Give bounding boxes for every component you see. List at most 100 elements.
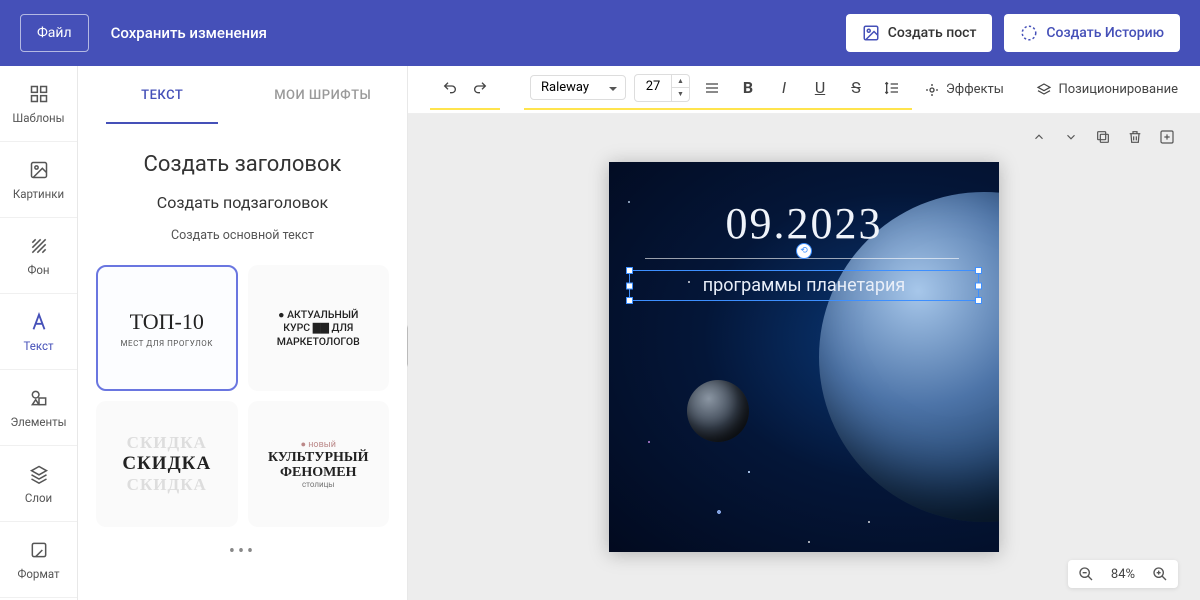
letter-icon xyxy=(28,311,50,333)
move-down-button[interactable] xyxy=(1060,126,1082,148)
sidebar-label: Элементы xyxy=(10,415,66,429)
text-template-card[interactable]: ● АКТУАЛЬНЫЙ КУРС ▇▇ ДЛЯ МАРКЕТОЛОГОВ xyxy=(248,265,390,391)
sidebar-label: Слои xyxy=(25,491,52,505)
add-button[interactable] xyxy=(1156,126,1178,148)
resize-handle[interactable] xyxy=(975,282,982,289)
artboard[interactable]: 09.2023 ⟲ программы планетария xyxy=(609,162,999,552)
sidebar: Шаблоны Картинки Фон Текст Элементы Слои… xyxy=(0,66,78,600)
canvas-wrap[interactable]: 09.2023 ⟲ программы планетария 84% xyxy=(408,114,1200,600)
sidebar-item-text[interactable]: Текст xyxy=(0,294,77,370)
sidebar-item-layers[interactable]: Слои xyxy=(0,446,77,522)
zoom-out-button[interactable] xyxy=(1078,566,1094,582)
texture-icon xyxy=(28,235,50,257)
card-title: КУЛЬТУРНЫЙ xyxy=(268,450,369,465)
topbar-right: Создать пост Создать Историю xyxy=(846,14,1180,52)
canvas-area: Raleway 27 ▲▼ B I U S Эффекты Позиционир… xyxy=(408,66,1200,600)
add-subheading[interactable]: Создать подзаголовок xyxy=(82,185,403,220)
main: Шаблоны Картинки Фон Текст Элементы Слои… xyxy=(0,66,1200,600)
underline-button[interactable]: U xyxy=(806,74,834,102)
panel-tabs: ТЕКСТ МОИ ШРИФТЫ xyxy=(82,66,403,124)
sidebar-item-elements[interactable]: Элементы xyxy=(0,370,77,446)
card-ghost: СКИДКА xyxy=(127,475,207,495)
font-value: Raleway xyxy=(541,80,589,95)
canvas-date-text[interactable]: 09.2023 xyxy=(609,198,999,249)
card-main: СКИДКА xyxy=(122,453,211,475)
image-icon xyxy=(862,24,880,42)
card-tag: ● новый xyxy=(301,439,336,450)
line-height-button[interactable] xyxy=(878,74,906,102)
add-body-text[interactable]: Создать основной текст xyxy=(82,220,403,251)
effects-label: Эффекты xyxy=(946,82,1004,97)
selected-text-element[interactable]: ⟲ программы планетария xyxy=(629,270,979,301)
card-line: КУРС ▇▇ ДЛЯ xyxy=(283,321,353,335)
resize-handle[interactable] xyxy=(626,267,633,274)
picture-icon xyxy=(28,159,50,181)
card-sub: столицы xyxy=(302,480,335,489)
card-line: МАРКЕТОЛОГОВ xyxy=(277,335,360,349)
step-up-icon[interactable]: ▲ xyxy=(672,75,689,88)
zoom-in-button[interactable] xyxy=(1152,566,1168,582)
resize-handle[interactable] xyxy=(626,297,633,304)
sparkle-icon xyxy=(924,82,940,98)
zoom-control: 84% xyxy=(1068,560,1178,588)
resize-handle[interactable] xyxy=(975,297,982,304)
more-indicator: ••• xyxy=(82,527,403,576)
text-panel: ТЕКСТ МОИ ШРИФТЫ Создать заголовок Созда… xyxy=(78,66,408,600)
format-group: Raleway 27 ▲▼ B I U S xyxy=(524,70,912,110)
tab-my-fonts[interactable]: МОИ ШРИФТЫ xyxy=(243,66,404,124)
undo-button[interactable] xyxy=(436,74,464,102)
card-title: ТОП-10 xyxy=(130,309,204,335)
canvas-subtitle-text: программы планетария xyxy=(703,275,905,296)
bold-button[interactable]: B xyxy=(734,74,762,102)
text-options: Создать заголовок Создать подзаголовок С… xyxy=(82,124,403,265)
dashed-circle-icon xyxy=(1020,24,1038,42)
save-button[interactable]: Сохранить изменения xyxy=(103,14,275,52)
file-button[interactable]: Файл xyxy=(20,14,89,52)
shapes-icon xyxy=(28,387,50,409)
resize-handle[interactable] xyxy=(626,282,633,289)
text-template-card[interactable]: ТОП-10 МЕСТ ДЛЯ ПРОГУЛОК xyxy=(96,265,238,391)
card-line: ● АКТУАЛЬНЫЙ xyxy=(278,308,358,322)
sidebar-label: Картинки xyxy=(13,187,64,201)
font-family-select[interactable]: Raleway xyxy=(530,75,626,100)
card-sub: МЕСТ ДЛЯ ПРОГУЛОК xyxy=(121,339,213,348)
font-size-input[interactable]: 27 xyxy=(634,74,672,102)
grid-icon xyxy=(28,83,50,105)
text-toolbar: Raleway 27 ▲▼ B I U S Эффекты Позиционир… xyxy=(408,66,1200,114)
align-button[interactable] xyxy=(698,74,726,102)
strike-button[interactable]: S xyxy=(842,74,870,102)
sidebar-item-templates[interactable]: Шаблоны xyxy=(0,66,77,142)
resize-handle[interactable] xyxy=(975,267,982,274)
italic-button[interactable]: I xyxy=(770,74,798,102)
sidebar-item-images[interactable]: Картинки xyxy=(0,142,77,218)
duplicate-button[interactable] xyxy=(1092,126,1114,148)
positioning-label: Позиционирование xyxy=(1058,82,1178,97)
move-up-button[interactable] xyxy=(1028,126,1050,148)
add-heading[interactable]: Создать заголовок xyxy=(82,144,403,185)
step-down-icon[interactable]: ▼ xyxy=(672,88,689,101)
card-title: ФЕНОМЕН xyxy=(280,465,357,480)
delete-button[interactable] xyxy=(1124,126,1146,148)
text-template-card[interactable]: ● новый КУЛЬТУРНЫЙ ФЕНОМЕН столицы xyxy=(248,401,390,527)
sidebar-item-format[interactable]: Формат xyxy=(0,522,77,598)
sidebar-label: Формат xyxy=(17,567,59,581)
object-tools xyxy=(1028,126,1178,148)
topbar-left: Файл Сохранить изменения xyxy=(20,14,275,52)
tab-text[interactable]: ТЕКСТ xyxy=(82,66,243,124)
create-post-button[interactable]: Создать пост xyxy=(846,14,993,52)
redo-button[interactable] xyxy=(466,74,494,102)
font-size-stepper[interactable]: ▲▼ xyxy=(672,74,690,102)
layers-icon xyxy=(1036,82,1052,98)
zoom-value: 84% xyxy=(1106,567,1140,582)
positioning-button[interactable]: Позиционирование xyxy=(1036,82,1178,98)
create-story-button[interactable]: Создать Историю xyxy=(1004,14,1180,52)
sidebar-label: Шаблоны xyxy=(12,111,64,125)
text-templates-grid: ТОП-10 МЕСТ ДЛЯ ПРОГУЛОК ● АКТУАЛЬНЫЙ КУ… xyxy=(82,265,403,527)
sidebar-item-background[interactable]: Фон xyxy=(0,218,77,294)
rotate-handle[interactable]: ⟲ xyxy=(796,243,812,259)
layers-icon xyxy=(28,463,50,485)
effects-button[interactable]: Эффекты xyxy=(918,82,1010,98)
history-group xyxy=(430,70,500,110)
text-template-card[interactable]: СКИДКА СКИДКА СКИДКА xyxy=(96,401,238,527)
create-story-label: Создать Историю xyxy=(1046,25,1164,41)
